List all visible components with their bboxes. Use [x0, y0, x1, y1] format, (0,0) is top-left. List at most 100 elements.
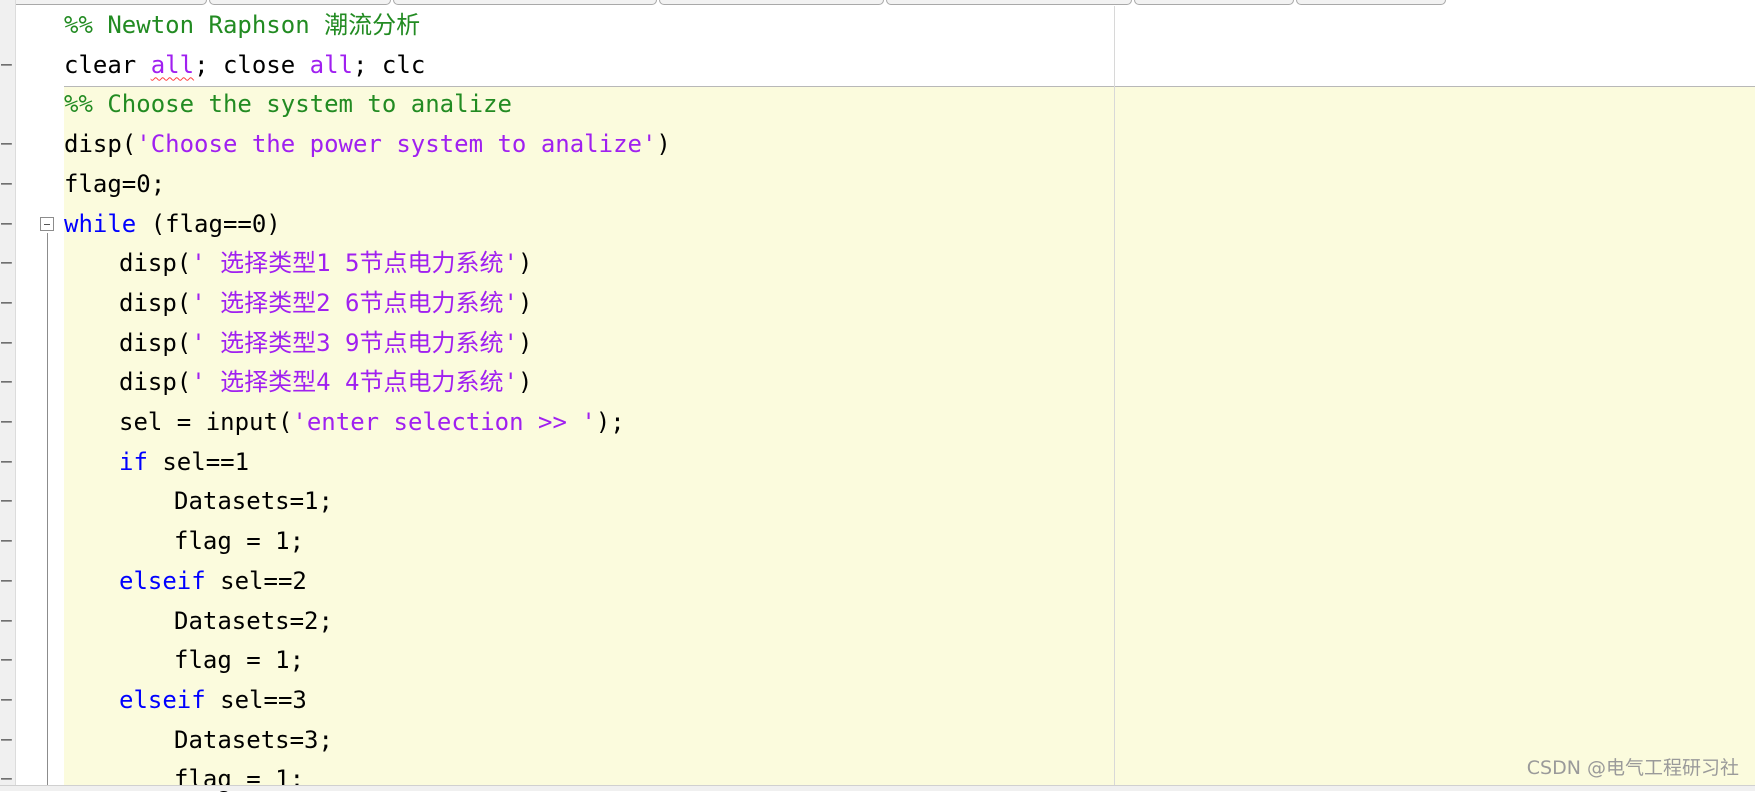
breakpoint-marker[interactable]: – — [1, 601, 12, 641]
code-line[interactable]: – flag=0; — [0, 164, 1755, 204]
code-token: disp( — [119, 368, 192, 397]
code-token: ; close — [194, 50, 310, 79]
code-token: flag = 1; — [174, 527, 305, 556]
breakpoint-marker[interactable]: – — [1, 243, 12, 283]
string-token: ' 选择类型3 9节点电力系统' — [191, 328, 518, 357]
code-line[interactable]: – flag = 1; — [0, 759, 1755, 799]
code-token: ); — [595, 408, 625, 436]
code-line[interactable]: – while (flag==0) — [0, 204, 1755, 244]
code-line[interactable]: – flag = 1; — [0, 521, 1755, 561]
code-text: sel = input('enter selection >> '); — [119, 402, 625, 442]
code-line[interactable]: – Datasets=2; — [0, 601, 1755, 641]
code-text: disp(' 选择类型4 4节点电力系统') — [119, 362, 532, 402]
code-line[interactable]: – sel = input('enter selection >> '); — [0, 402, 1755, 442]
code-line[interactable]: – disp(' 选择类型4 4节点电力系统') — [0, 362, 1755, 402]
code-token: flag = 1; — [174, 646, 305, 675]
code-text: flag = 1; — [174, 759, 304, 799]
comment-token: %% Choose the system to analize — [64, 90, 512, 119]
horizontal-scrollbar[interactable] — [0, 785, 1755, 791]
code-token: ) — [517, 328, 533, 357]
code-token: sel==1 — [147, 447, 250, 476]
code-line[interactable]: – clear all; close all; clc — [0, 45, 1755, 85]
string-token: all — [309, 50, 354, 79]
breakpoint-marker[interactable]: – — [1, 680, 12, 720]
code-text: flag = 1; — [174, 640, 304, 680]
code-editor[interactable]: %% Newton Raphson 潮流分析 – clear all; close … — [0, 0, 1755, 793]
keyword-token: elseif — [119, 566, 206, 595]
code-line[interactable]: – elseif sel==2 — [0, 561, 1755, 601]
code-token: sel = input( — [119, 408, 293, 436]
code-token: Datasets=1; — [174, 487, 333, 516]
breakpoint-marker[interactable]: – — [1, 481, 12, 521]
keyword-token: elseif — [119, 685, 206, 714]
code-text: %% Newton Raphson 潮流分析 — [64, 5, 420, 45]
code-line[interactable]: – disp('Choose the power system to analiz… — [0, 124, 1755, 164]
code-token: disp( — [64, 130, 137, 159]
code-token: ) — [517, 288, 533, 317]
breakpoint-marker[interactable]: – — [1, 759, 12, 799]
code-token: flag=0; — [64, 169, 166, 198]
code-text: flag = 1; — [174, 521, 304, 561]
code-text: elseif sel==2 — [119, 561, 307, 601]
code-token: clear — [64, 50, 151, 79]
code-text: if sel==1 — [119, 442, 249, 482]
breakpoint-marker[interactable]: – — [1, 362, 12, 402]
breakpoint-marker[interactable]: – — [1, 640, 12, 680]
code-text: Datasets=2; — [174, 601, 333, 641]
code-token: ; clc — [353, 50, 426, 79]
breakpoint-marker[interactable]: – — [1, 323, 12, 363]
breakpoint-marker[interactable]: – — [1, 521, 12, 561]
breakpoint-marker[interactable]: – — [1, 45, 12, 85]
breakpoint-marker[interactable]: – — [1, 442, 12, 482]
watermark: CSDN @电气工程研习社 — [1526, 757, 1739, 779]
code-token: sel==2 — [205, 566, 307, 595]
code-token: sel==3 — [205, 685, 307, 714]
code-text: clear all; close all; clc — [64, 45, 425, 85]
string-token-warning: all — [150, 50, 195, 79]
code-token: ) — [517, 249, 533, 278]
code-text: elseif sel==3 — [119, 680, 307, 720]
code-token: Datasets=3; — [174, 725, 333, 754]
code-text: Datasets=1; — [174, 481, 333, 521]
code-token: Datasets=2; — [174, 606, 333, 635]
comment-token: %% Newton Raphson 潮流分析 — [64, 11, 421, 39]
code-text: %% Choose the system to analize — [64, 84, 512, 124]
code-text: disp('Choose the power system to analize… — [64, 124, 671, 164]
code-text: disp(' 选择类型2 6节点电力系统') — [119, 283, 532, 323]
code-text: while (flag==0) — [64, 204, 281, 244]
code-line[interactable]: – if sel==1 — [0, 442, 1755, 482]
string-token: ' 选择类型1 5节点电力系统' — [191, 249, 518, 278]
code-line[interactable]: – flag = 1; — [0, 640, 1755, 680]
code-line[interactable]: – disp(' 选择类型2 6节点电力系统') — [0, 283, 1755, 323]
code-token: ) — [656, 130, 671, 159]
breakpoint-marker[interactable]: – — [1, 164, 12, 204]
code-token: disp( — [119, 288, 192, 317]
code-text: Datasets=3; — [174, 720, 333, 760]
code-token: disp( — [119, 249, 192, 278]
string-token: 'enter selection >> ' — [292, 408, 596, 436]
code-line[interactable]: – elseif sel==3 — [0, 680, 1755, 720]
code-text: flag=0; — [64, 164, 165, 204]
string-token: ' 选择类型2 6节点电力系统' — [191, 288, 518, 317]
keyword-token: while — [64, 209, 137, 238]
code-line[interactable]: %% Choose the system to analize — [0, 84, 1755, 124]
code-text: disp(' 选择类型3 9节点电力系统') — [119, 323, 532, 363]
code-line[interactable]: – Datasets=3; — [0, 720, 1755, 760]
breakpoint-marker[interactable]: – — [1, 561, 12, 601]
string-token: 'Choose the power system to analize' — [136, 130, 657, 159]
string-token: ' 选择类型4 4节点电力系统' — [191, 368, 518, 397]
code-line[interactable]: – disp(' 选择类型1 5节点电力系统') — [0, 243, 1755, 283]
breakpoint-marker[interactable]: – — [1, 402, 12, 442]
code-text: disp(' 选择类型1 5节点电力系统') — [119, 243, 532, 283]
code-line[interactable]: – Datasets=1; — [0, 481, 1755, 521]
breakpoint-marker[interactable]: – — [1, 720, 12, 760]
code-line[interactable]: – disp(' 选择类型3 9节点电力系统') — [0, 323, 1755, 363]
breakpoint-marker[interactable]: – — [1, 283, 12, 323]
breakpoint-marker[interactable]: – — [1, 124, 12, 164]
code-token: disp( — [119, 328, 192, 357]
breakpoint-marker[interactable]: – — [1, 204, 12, 244]
code-token: (flag==0) — [136, 209, 281, 238]
keyword-token: if — [119, 447, 148, 476]
code-token: ) — [517, 368, 533, 397]
code-line[interactable]: %% Newton Raphson 潮流分析 — [0, 5, 1755, 45]
